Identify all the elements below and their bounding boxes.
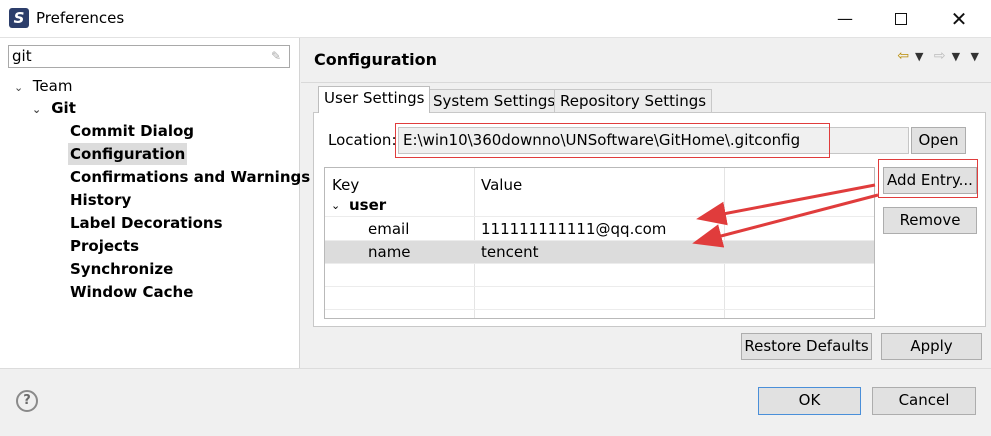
filter-text: git [12,47,32,65]
apply-button[interactable]: Apply [881,333,982,360]
add-entry-highlight-box [878,159,978,198]
minimize-button[interactable]: — [822,0,868,38]
key-cell: email [368,220,410,238]
tab-system-settings[interactable]: System Settings [427,89,562,113]
close-button[interactable]: ✕ [936,0,982,38]
history-navigation: ⇦ ▼ ⇨ ▼ ▼ [891,48,979,64]
tab-repository-settings[interactable]: Repository Settings [554,89,713,113]
tree-item-projects[interactable]: Projects [70,235,139,257]
tree-item-synchronize[interactable]: Synchronize [70,258,173,280]
tree-item-history[interactable]: History [70,189,131,211]
remove-button[interactable]: Remove [883,207,977,234]
cancel-button[interactable]: Cancel [872,387,976,415]
column-header-key: Key [332,176,360,194]
filter-input[interactable]: git ✎ [8,45,290,68]
table-row-empty [325,264,874,287]
forward-arrow-icon[interactable]: ⇨ [934,48,946,64]
restore-defaults-button[interactable]: Restore Defaults [741,333,872,360]
table-group-row[interactable]: ⌄ user [325,194,874,217]
page-header: Configuration ⇦ ▼ ⇨ ▼ ▼ [301,38,991,82]
chevron-down-icon[interactable]: ⌄ [331,194,340,217]
table-row-empty [325,287,874,310]
tree-item-label: Team [32,77,73,95]
header-divider [301,82,991,83]
page-title: Configuration [314,50,438,69]
tab-user-settings[interactable]: User Settings [318,86,431,113]
value-cell: 111111111111@qq.com [481,220,667,238]
table-row[interactable]: name tencent [325,241,874,264]
group-label: user [349,196,387,214]
table-row[interactable]: email 111111111111@qq.com [325,218,874,241]
tree-item-configuration[interactable]: Configuration [68,143,188,165]
tree-item-commit-dialog[interactable]: Commit Dialog [70,120,194,142]
clear-filter-icon[interactable]: ✎ [271,49,285,63]
tree-item-label-decorations[interactable]: Label Decorations [70,212,223,234]
help-icon[interactable]: ? [16,390,38,412]
column-header-value: Value [481,176,523,194]
preference-tree-panel: git ✎ ⌄ Team ⌄ Git Commit Dialog Configu… [0,38,310,368]
back-dropdown-icon[interactable]: ▼ [915,50,923,63]
title-bar: S Preferences — ✕ [0,0,991,38]
footer-divider [0,368,991,369]
tree-item-team[interactable]: ⌄ Team [14,75,72,97]
value-cell: tencent [481,243,539,261]
location-highlight-box [395,123,830,158]
chevron-down-icon[interactable]: ⌄ [32,99,46,121]
location-label: Location: [328,131,397,149]
view-menu-icon[interactable]: ▼ [971,50,979,63]
tree-item-confirmations[interactable]: Confirmations and Warnings [70,166,310,188]
open-button[interactable]: Open [911,127,966,154]
back-arrow-icon[interactable]: ⇦ [897,48,909,64]
maximize-icon [895,13,907,25]
chevron-down-icon[interactable]: ⌄ [14,77,28,99]
tree-item-window-cache[interactable]: Window Cache [70,281,193,303]
config-table: Key Value ⌄ user email 111111111111@qq.c… [324,167,875,319]
key-cell: name [368,243,411,261]
forward-dropdown-icon[interactable]: ▼ [952,50,960,63]
maximize-button[interactable] [878,0,924,38]
tree-item-git[interactable]: ⌄ Git [32,97,76,119]
tree-item-label: Git [51,99,76,117]
eclipse-icon: S [9,8,29,28]
ok-button[interactable]: OK [758,387,861,415]
window-title: Preferences [36,9,125,27]
